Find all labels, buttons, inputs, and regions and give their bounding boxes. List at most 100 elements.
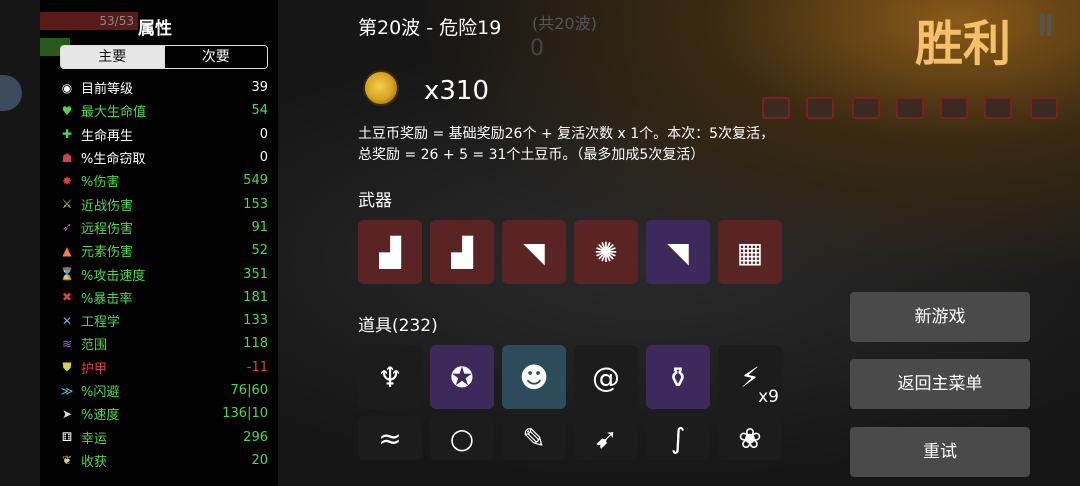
stat-value: 181 (243, 289, 268, 305)
item-potato-icon: ❀ (738, 422, 762, 455)
wave-counter: 0 (530, 36, 544, 61)
dodge-icon: ≫ (60, 383, 74, 398)
item-rocket-icon: ➹ (594, 422, 618, 455)
chest-icon (940, 97, 968, 119)
weapon-laser-icon: ◥ (667, 235, 689, 269)
stat-row[interactable]: ➤ %速度 136|10 (58, 402, 268, 425)
item-slot[interactable]: ○ (430, 416, 494, 460)
reward-text-line1: 土豆币奖励 = 基础奖励26个 + 复活次数 x 1个。本次：5次复活， (358, 126, 775, 142)
stat-label: %生命窃取 (81, 152, 146, 168)
ranged-icon: ➶ (61, 220, 73, 235)
stat-row[interactable]: ❦ 收获 20 (58, 449, 268, 472)
stat-row[interactable]: ▲ 元素伤害 52 (58, 239, 268, 262)
main-menu-button[interactable]: 返回主菜单 (850, 359, 1030, 409)
weapon-slot[interactable]: ▦ (718, 220, 782, 284)
weapon-minigun-icon: ▦ (736, 235, 764, 269)
stat-label: %攻击速度 (81, 268, 146, 284)
item-syringe-icon: ✎ (522, 422, 546, 455)
stat-row[interactable]: ☗ %生命窃取 0 (58, 146, 268, 169)
stat-value: 133 (243, 313, 268, 329)
chest-icon (762, 97, 790, 119)
weapon-slot[interactable]: ▟ (358, 220, 422, 284)
weapon-gun-icon: ▟ (379, 235, 401, 269)
crit-icon: ✖ (61, 290, 73, 305)
pause-icon[interactable] (1040, 14, 1044, 36)
item-slot[interactable]: ❀ (718, 416, 782, 460)
stat-label: %闪避 (81, 385, 120, 400)
tab-primary[interactable]: 主要 (61, 46, 164, 68)
level-icon: ◉ (61, 80, 73, 95)
stat-label: 远程伤害 (81, 221, 134, 237)
stat-value: 76|60 (230, 383, 268, 398)
item-bottle-icon: ⚱ (666, 360, 690, 394)
item-slot[interactable]: ⚱ (646, 345, 710, 409)
engineering-icon: ✕ (61, 313, 73, 328)
stat-row[interactable]: ≫ %闪避 76|60 (58, 379, 268, 402)
speed-icon: ➤ (61, 406, 73, 421)
stat-label: 工程学 (81, 315, 121, 331)
stat-value: 549 (243, 173, 268, 189)
damage-icon: ✸ (61, 173, 73, 188)
stat-row[interactable]: ◉ 目前等级 39 (58, 76, 268, 99)
weapon-slot[interactable]: ◥ (646, 220, 710, 284)
stat-row[interactable]: ➶ 远程伤害 91 (58, 216, 268, 239)
weapons-heading: 武器 (358, 191, 392, 211)
item-slot[interactable]: ♆ (358, 345, 422, 409)
item-lizard-icon: ≈ (378, 422, 402, 455)
item-altar-icon: ♆ (377, 360, 403, 394)
stat-row[interactable]: ✖ %暴击率 181 (58, 286, 268, 309)
item-slot[interactable]: ✎ (502, 416, 566, 460)
tab-secondary[interactable]: 次要 (163, 46, 267, 68)
wave-total: (共20波) (532, 14, 597, 33)
stat-row[interactable]: ⚔ 近战伤害 153 (58, 192, 268, 215)
stat-row[interactable]: ≋ 范围 118 (58, 332, 268, 355)
stat-value: 296 (243, 429, 268, 445)
new-game-button[interactable]: 新游戏 (850, 292, 1030, 342)
stat-row[interactable]: ⛊ 护甲 -11 (58, 356, 268, 379)
item-slot[interactable]: ✪ (430, 345, 494, 409)
stat-row[interactable]: ⌛ %攻击速度 351 (58, 262, 268, 285)
item-slot[interactable]: ≈ (358, 416, 422, 460)
attack-speed-icon: ⌛ (59, 267, 75, 282)
chest-icon (852, 97, 880, 119)
stat-row[interactable]: ✕ 工程学 133 (58, 309, 268, 332)
wave-title: 第20波 - 危险19 (358, 17, 502, 39)
weapon-slot[interactable]: ◥ (502, 220, 566, 284)
item-slot[interactable]: ➹ (574, 416, 638, 460)
item-slot[interactable]: ☻ (502, 345, 566, 409)
elemental-icon: ▲ (62, 243, 72, 258)
item-snake-icon: ∫ (670, 422, 686, 455)
item-slot[interactable]: ∫ (646, 416, 710, 460)
stat-label: %暴击率 (81, 291, 133, 307)
stat-value: 118 (243, 336, 268, 352)
chest-icon (1030, 97, 1058, 119)
item-slot[interactable]: ⚡ x9 (718, 345, 782, 409)
stat-value: 54 (251, 103, 268, 119)
stat-label: 范围 (81, 338, 108, 354)
stat-value: 153 (243, 196, 268, 212)
stat-label: %伤害 (81, 175, 120, 191)
stat-label: 收获 (81, 454, 108, 470)
stat-value: 0 (259, 150, 268, 166)
item-shield-icon: ✪ (450, 360, 474, 394)
stat-value: 351 (243, 266, 268, 282)
potato-coin-icon (363, 70, 399, 106)
stat-row[interactable]: ✸ %伤害 549 (58, 169, 268, 192)
item-slot[interactable]: @ (574, 345, 638, 409)
stat-row[interactable]: ✚ 生命再生 0 (58, 123, 268, 146)
stat-label: 护甲 (81, 361, 108, 377)
weapon-slot[interactable]: ✺ (574, 220, 638, 284)
item-twig-icon: ⚡ (740, 360, 760, 394)
stat-value: 52 (251, 243, 268, 259)
weapon-slot[interactable]: ▟ (430, 220, 494, 284)
item-bubble-icon: ○ (449, 422, 475, 455)
stat-row[interactable]: ♥ 最大生命值 54 (58, 99, 268, 122)
stat-list: ◉ 目前等级 39 ♥ 最大生命值 54 ✚ 生命再生 0 ☗ %生命窃取 0 ✸ %伤害 549 ⚔ 近战伤害… (58, 76, 268, 472)
stat-label: 最大生命值 (81, 105, 147, 121)
stat-label: 元素伤害 (81, 245, 134, 261)
retry-button[interactable]: 重试 (850, 427, 1030, 477)
stat-row[interactable]: ⚅ 幸运 296 (58, 425, 268, 448)
victory-title: 胜利 (915, 16, 1012, 72)
stat-value: 136|10 (222, 406, 268, 422)
stats-panel: 53/53 属性 主要 次要 ◉ 目前等级 39 ♥ 最大生命值 54 ✚ 生命再生 0 ☗ %生命… (40, 0, 278, 486)
